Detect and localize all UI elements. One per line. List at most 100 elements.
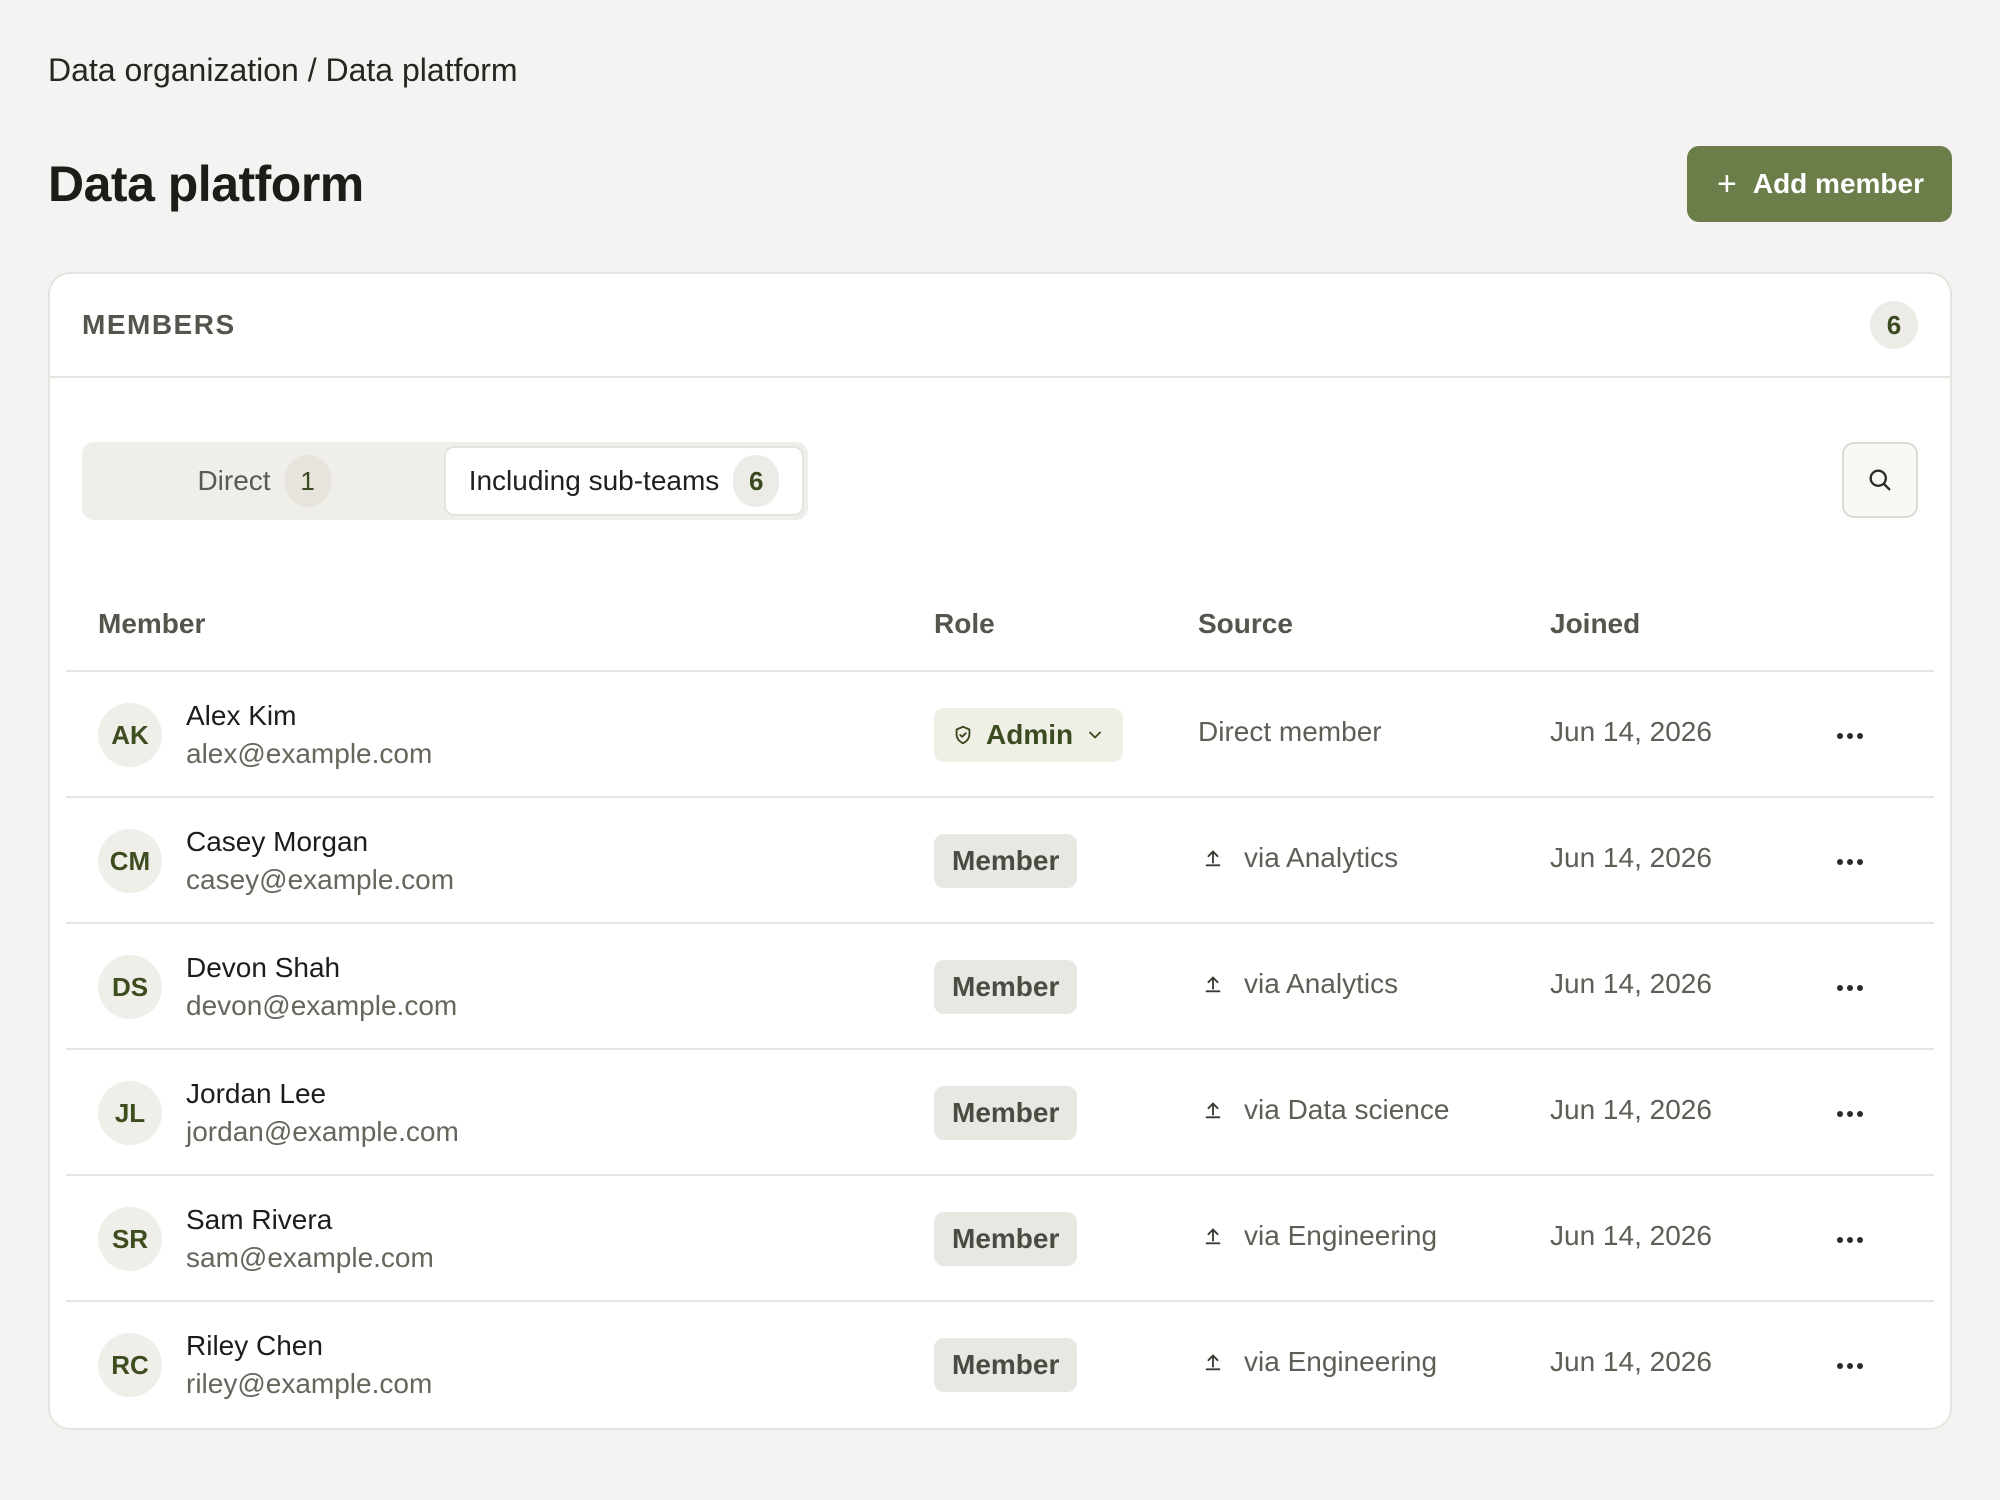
member-email: casey@example.com xyxy=(186,864,455,895)
source-label: via Data science xyxy=(1244,1094,1450,1125)
table-row[interactable]: AK Alex Kim alex@example.com Admin Direc… xyxy=(66,672,1934,798)
member-name: Sam Rivera xyxy=(186,1204,333,1235)
role-badge: Member xyxy=(934,1212,1078,1266)
joined-date: Jun 14, 2026 xyxy=(1550,716,1712,747)
avatar: RC xyxy=(98,1333,162,1397)
members-table: Member Role Source Joined AK Alex Kim al… xyxy=(66,574,1934,1428)
member-source: via Analytics xyxy=(1198,842,1398,874)
joined-date: Jun 14, 2026 xyxy=(1550,1346,1712,1377)
more-horizontal-icon xyxy=(1837,733,1863,739)
member-email: devon@example.com xyxy=(186,990,458,1021)
members-card-header: MEMBERS 6 xyxy=(50,274,1950,378)
column-header-source[interactable]: Source xyxy=(1198,608,1293,640)
add-member-button[interactable]: + Add member xyxy=(1686,146,1952,222)
members-count-badge: 6 xyxy=(1870,301,1918,349)
row-actions-button[interactable] xyxy=(1826,1342,1874,1390)
member-email: alex@example.com xyxy=(186,738,433,769)
table-header: Member Role Source Joined xyxy=(66,574,1934,672)
more-horizontal-icon xyxy=(1837,985,1863,991)
row-actions-button[interactable] xyxy=(1826,1090,1874,1138)
role-label: Member xyxy=(952,1097,1060,1128)
avatar: JL xyxy=(98,1081,162,1145)
role-badge: Member xyxy=(934,1338,1078,1392)
avatar: DS xyxy=(98,955,162,1019)
role-label: Member xyxy=(952,845,1060,876)
member-source: via Analytics xyxy=(1198,968,1398,1000)
source-label: via Engineering xyxy=(1244,1346,1438,1377)
members-card-title: MEMBERS xyxy=(82,309,236,340)
members-toolbar: Direct 1 Including sub-teams 6 xyxy=(82,442,1918,522)
role-badge: Member xyxy=(934,834,1078,888)
role-label: Admin xyxy=(986,719,1074,750)
inherited-arrow-icon xyxy=(1198,1225,1228,1247)
joined-date: Jun 14, 2026 xyxy=(1550,968,1712,999)
source-label: via Analytics xyxy=(1244,842,1399,873)
row-actions-button[interactable] xyxy=(1826,964,1874,1012)
joined-date: Jun 14, 2026 xyxy=(1550,1094,1712,1125)
more-horizontal-icon xyxy=(1837,1363,1863,1369)
member-name: Jordan Lee xyxy=(186,1078,327,1109)
role-label: Member xyxy=(952,1349,1060,1380)
member-source: via Data science xyxy=(1198,1094,1449,1126)
membership-filter-tabs: Direct 1 Including sub-teams 6 xyxy=(82,442,808,520)
page-title: Data platform xyxy=(48,156,364,212)
tab-including-sub-teams[interactable]: Including sub-teams 6 xyxy=(444,446,804,516)
row-actions-button[interactable] xyxy=(1826,838,1874,886)
row-actions-button[interactable] xyxy=(1826,712,1874,760)
tab-direct[interactable]: Direct 1 xyxy=(86,446,442,516)
column-header-role[interactable]: Role xyxy=(934,608,995,640)
table-row[interactable]: SR Sam Rivera sam@example.com Member via… xyxy=(66,1176,1934,1302)
member-name: Riley Chen xyxy=(186,1330,323,1361)
chevron-down-icon xyxy=(1089,731,1102,739)
more-horizontal-icon xyxy=(1837,859,1863,865)
source-label: via Analytics xyxy=(1244,968,1399,999)
joined-date: Jun 14, 2026 xyxy=(1550,842,1712,873)
breadcrumb-parent[interactable]: Data organization xyxy=(48,52,299,88)
breadcrumb-separator: / xyxy=(298,52,326,88)
table-row[interactable]: RC Riley Chen riley@example.com Member v… xyxy=(66,1302,1934,1428)
source-label: Direct member xyxy=(1198,716,1382,747)
tab-sub-teams-label: Including sub-teams xyxy=(468,465,720,496)
member-name: Devon Shah xyxy=(186,952,341,983)
breadcrumb-current: Data platform xyxy=(325,52,518,88)
tab-sub-teams-count: 6 xyxy=(733,455,780,507)
member-email: riley@example.com xyxy=(186,1368,433,1399)
inherited-arrow-icon xyxy=(1198,847,1228,869)
member-source: Direct member xyxy=(1198,716,1382,748)
member-email: sam@example.com xyxy=(186,1242,434,1273)
source-label: via Engineering xyxy=(1244,1220,1438,1251)
tab-direct-label: Direct xyxy=(197,465,271,496)
column-header-joined[interactable]: Joined xyxy=(1550,608,1640,640)
more-horizontal-icon xyxy=(1837,1111,1863,1117)
page: Data organization / Data platform Data p… xyxy=(0,0,2000,1500)
role-dropdown[interactable]: Admin xyxy=(934,708,1124,762)
role-badge: Member xyxy=(934,1086,1078,1140)
avatar: CM xyxy=(98,829,162,893)
role-label: Member xyxy=(952,971,1060,1002)
page-header: Data platform + Add member xyxy=(48,146,1952,222)
column-header-member[interactable]: Member xyxy=(98,608,205,640)
row-actions-button[interactable] xyxy=(1826,1216,1874,1264)
member-email: jordan@example.com xyxy=(186,1116,459,1147)
search-icon xyxy=(1869,469,1891,491)
role-badge: Member xyxy=(934,960,1078,1014)
breadcrumb: Data organization / Data platform xyxy=(48,52,518,89)
joined-date: Jun 14, 2026 xyxy=(1550,1220,1712,1251)
inherited-arrow-icon xyxy=(1198,1351,1228,1373)
avatar: AK xyxy=(98,703,162,767)
member-source: via Engineering xyxy=(1198,1220,1437,1252)
inherited-arrow-icon xyxy=(1198,973,1228,995)
table-row[interactable]: DS Devon Shah devon@example.com Member v… xyxy=(66,924,1934,1050)
table-row[interactable]: CM Casey Morgan casey@example.com Member… xyxy=(66,798,1934,924)
tab-direct-count: 1 xyxy=(284,455,331,507)
member-source: via Engineering xyxy=(1198,1346,1437,1378)
member-name: Casey Morgan xyxy=(186,826,369,857)
role-label: Member xyxy=(952,1223,1060,1254)
search-button[interactable] xyxy=(1842,442,1918,518)
more-horizontal-icon xyxy=(1837,1237,1863,1243)
shield-icon xyxy=(955,725,971,745)
plus-icon: + xyxy=(1716,165,1737,203)
members-card: MEMBERS 6 Direct 1 Including sub-teams 6 xyxy=(48,272,1952,1430)
table-row[interactable]: JL Jordan Lee jordan@example.com Member … xyxy=(66,1050,1934,1176)
inherited-arrow-icon xyxy=(1198,1099,1228,1121)
